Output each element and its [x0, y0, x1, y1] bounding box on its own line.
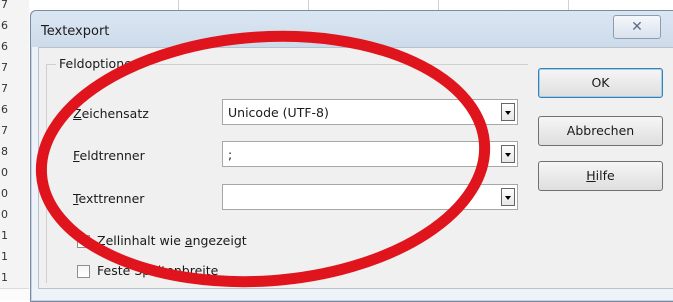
dialog-body: Feldoptionen Zeichensatz Unicode (UTF-8)… [38, 47, 673, 289]
row-number: 0 [0, 204, 29, 226]
charset-value: Unicode (UTF-8) [228, 105, 329, 120]
close-icon: ✕ [631, 19, 643, 35]
fixed-column-width-label[interactable]: Feste Spaltenbreite [97, 263, 218, 278]
fixed-column-width-checkbox[interactable] [77, 265, 90, 278]
row-number: 0 [0, 183, 29, 205]
charset-label: Zeichensatz [73, 106, 149, 121]
row-number: 7 [0, 78, 29, 100]
cancel-button[interactable]: Abbrechen [538, 116, 663, 146]
charset-dropdown-arrow-icon[interactable] [501, 103, 515, 121]
group-title: Feldoptionen [56, 56, 143, 71]
field-delimiter-label: Feldtrenner [73, 148, 145, 163]
row-number: 7 [0, 57, 29, 79]
ok-button[interactable]: OK [538, 68, 663, 98]
charset-select[interactable]: Unicode (UTF-8) [222, 99, 518, 125]
row-number: 1 [0, 246, 29, 268]
dialog-titlebar[interactable]: Textexport ✕ [31, 11, 673, 47]
cell-content-as-shown-label[interactable]: Zellinhalt wie angezeigt [97, 233, 247, 248]
text-delimiter-label: Texttrenner [73, 191, 145, 206]
row-number: 0 [0, 162, 29, 184]
text-delimiter-select[interactable] [222, 184, 518, 210]
textexport-dialog: Textexport ✕ Feldoptionen Zeichensatz Un… [30, 10, 673, 302]
spreadsheet-cells-strip [28, 0, 673, 10]
row-number: 1 [0, 225, 29, 247]
text-delimiter-dropdown-arrow-icon[interactable] [501, 188, 515, 206]
row-number: 7 [0, 120, 29, 142]
field-delimiter-dropdown-arrow-icon[interactable] [501, 145, 515, 163]
row-number: 8 [0, 141, 29, 163]
row-number: 6 [0, 99, 29, 121]
field-delimiter-value: ; [228, 147, 233, 162]
help-button[interactable]: Hilfe [538, 161, 663, 191]
field-delimiter-select[interactable]: ; [222, 141, 518, 167]
cell-content-as-shown-checkbox[interactable] [77, 233, 90, 248]
row-number: 6 [0, 15, 29, 37]
close-button[interactable]: ✕ [613, 15, 661, 39]
row-number: 1 [0, 267, 29, 289]
row-number: 6 [0, 36, 29, 58]
row-number: 7 [0, 0, 29, 16]
field-options-group: Feldoptionen Zeichensatz Unicode (UTF-8)… [46, 56, 528, 283]
dialog-title: Textexport [41, 24, 110, 39]
